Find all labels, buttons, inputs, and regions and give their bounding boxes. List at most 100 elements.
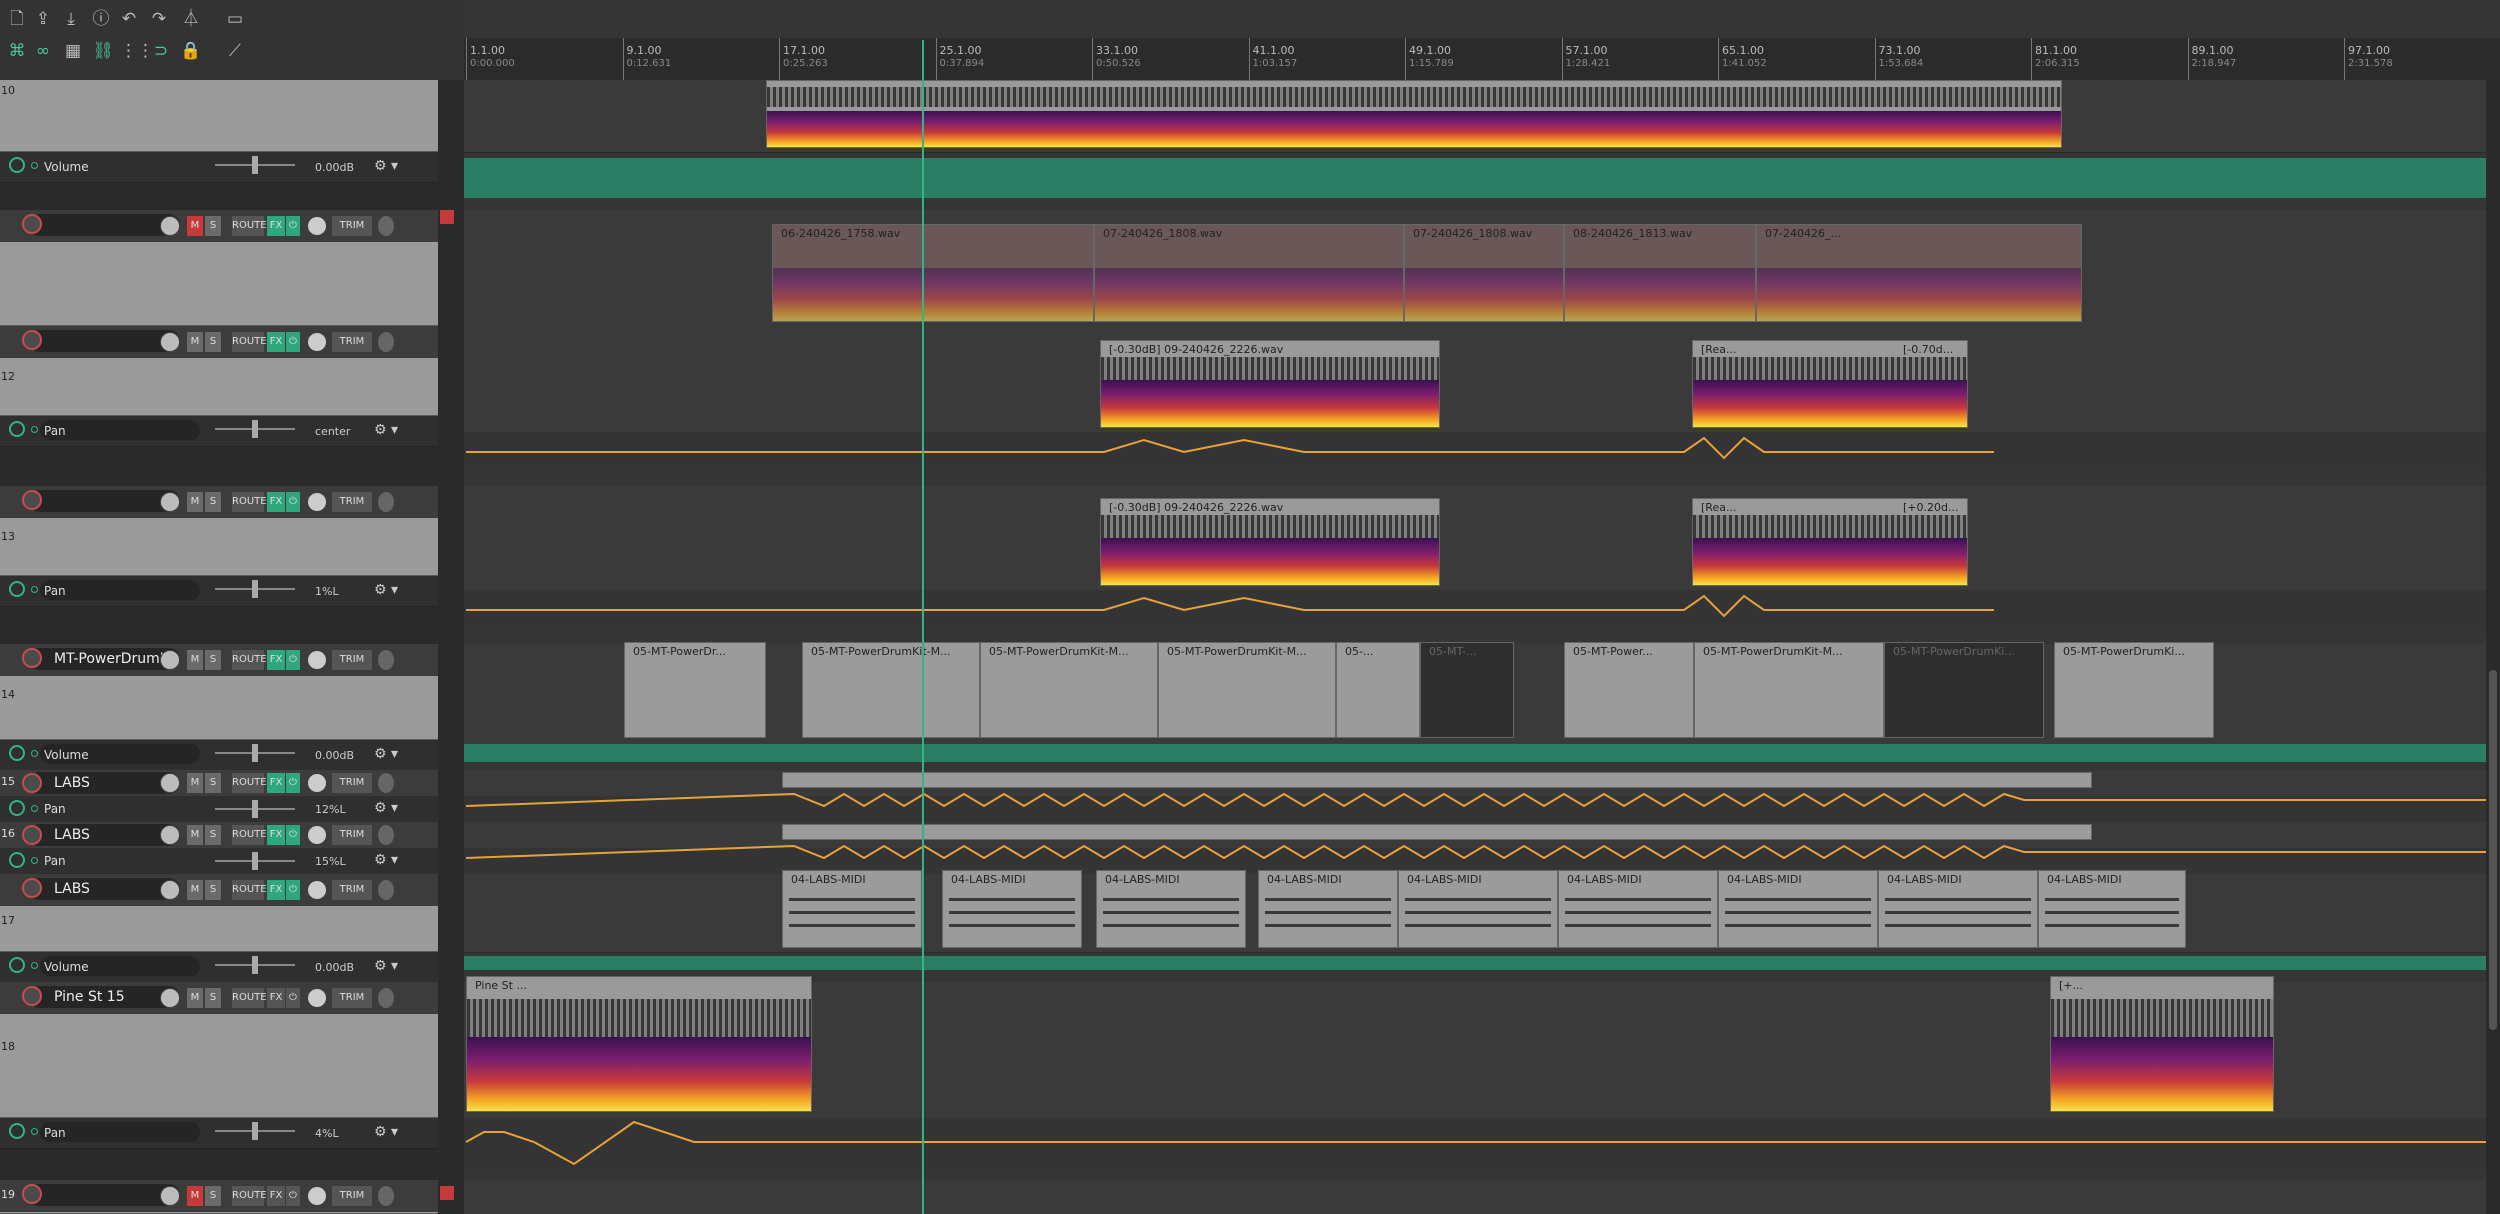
slider-knob[interactable] (252, 420, 258, 438)
solo-button[interactable]: S (205, 650, 221, 670)
fx-bypass-icon[interactable]: ⏻ (286, 1186, 300, 1206)
fx-button[interactable]: FX (267, 650, 285, 670)
scrollbar-thumb[interactable] (2489, 670, 2497, 1030)
route-button[interactable]: ROUTE (232, 1186, 267, 1206)
solo-button[interactable]: S (205, 773, 221, 793)
envelope-toggle-icon[interactable] (9, 157, 25, 173)
io-icon[interactable] (378, 650, 394, 670)
loop-icon[interactable]: ⊃ (148, 40, 174, 62)
metronome-icon[interactable]: ⏃ (178, 8, 204, 30)
pan-knob-icon[interactable] (308, 774, 326, 792)
record-arm-icon[interactable] (22, 986, 42, 1006)
envelope-pan-12[interactable]: Pan center ⚙ ▾ (0, 416, 438, 447)
pan-knob-icon[interactable] (308, 217, 326, 235)
fx-bypass-icon[interactable]: ⏻ (286, 880, 300, 900)
gear-icon[interactable]: ⚙ ▾ (374, 582, 398, 598)
track-14[interactable]: MT-PowerDrumK M S ROUTE FX ⏻ TRIM 14 (0, 644, 438, 740)
track-11[interactable]: M S ROUTE FX ⏻ TRIM 11 (0, 210, 438, 353)
save-project-icon[interactable]: ⤓ (58, 8, 84, 30)
volume-knob-icon[interactable] (160, 880, 180, 900)
mute-button[interactable]: M (187, 492, 203, 512)
io-icon[interactable] (378, 988, 394, 1008)
envelope-toggle-icon[interactable] (9, 800, 25, 816)
gear-icon[interactable]: ⚙ ▾ (374, 1124, 398, 1140)
fx-bypass-icon[interactable]: ⏻ (286, 773, 300, 793)
gear-icon[interactable]: ⚙ ▾ (374, 800, 398, 816)
solo-button[interactable]: S (205, 880, 221, 900)
trim-button[interactable]: TRIM (332, 825, 372, 845)
io-icon[interactable] (378, 825, 394, 845)
envelope-arm-icon[interactable] (31, 586, 38, 593)
track-16[interactable]: 16 LABS M S ROUTE FX ⏻ TRIM (0, 822, 438, 848)
io-icon[interactable] (378, 332, 394, 352)
mute-button[interactable]: M (187, 332, 203, 352)
fx-button[interactable]: FX (267, 1186, 285, 1206)
record-arm-icon[interactable] (22, 1184, 42, 1204)
trim-button[interactable]: TRIM (332, 332, 372, 352)
mute-button[interactable]: M (187, 880, 203, 900)
gear-icon[interactable]: ⚙ ▾ (374, 422, 398, 438)
trim-button[interactable]: TRIM (332, 773, 372, 793)
trim-button[interactable]: TRIM (332, 1186, 372, 1206)
slider-knob[interactable] (252, 156, 258, 174)
track-name-field[interactable]: Pine St 15 (28, 986, 180, 1008)
edit-icon[interactable]: ⟋ (222, 40, 248, 62)
envelope-volume-14[interactable]: Volume 0.00dB ⚙ ▾ (0, 740, 438, 771)
volume-knob-icon[interactable] (160, 216, 180, 236)
envelope-arm-icon[interactable] (31, 962, 38, 969)
route-button[interactable]: ROUTE (232, 880, 267, 900)
volume-knob-icon[interactable] (160, 650, 180, 670)
slider-knob[interactable] (252, 800, 258, 818)
arrange-view[interactable]: 1.1.00 0:00.000 9.1.00 0:12.631 17.1.00 0:25.… (464, 0, 2500, 1214)
envelope-pan-16[interactable]: Pan 15%L ⚙ ▾ (0, 848, 438, 875)
fx-bypass-icon[interactable]: ⏻ (286, 988, 300, 1008)
envelope-toggle-icon[interactable] (9, 852, 25, 868)
track-12[interactable]: M S ROUTE FX ⏻ TRIM 12 (0, 326, 438, 416)
route-button[interactable]: ROUTE (232, 773, 267, 793)
fx-button[interactable]: FX (267, 216, 285, 236)
snap-icon[interactable]: ∞ (30, 40, 56, 62)
route-button[interactable]: ROUTE (232, 825, 267, 845)
envelope-arm-icon[interactable] (31, 1128, 38, 1135)
mute-button[interactable]: M (187, 1186, 203, 1206)
envelope-arm-icon[interactable] (31, 857, 38, 864)
io-icon[interactable] (378, 880, 394, 900)
pan-knob-icon[interactable] (308, 881, 326, 899)
track-name-field[interactable]: MT-PowerDrumK (28, 648, 180, 670)
envelope-pan-18[interactable]: Pan 4%L ⚙ ▾ (0, 1118, 438, 1149)
pan-knob-icon[interactable] (308, 1187, 326, 1205)
volume-knob-icon[interactable] (160, 1186, 180, 1206)
gear-icon[interactable]: ⚙ ▾ (374, 746, 398, 762)
fx-button[interactable]: FX (267, 773, 285, 793)
envelope-toggle-icon[interactable] (9, 421, 25, 437)
solo-button[interactable]: S (205, 332, 221, 352)
envelope-pan-13[interactable]: Pan 1%L ⚙ ▾ (0, 576, 438, 607)
route-button[interactable]: ROUTE (232, 332, 267, 352)
volume-knob-icon[interactable] (160, 825, 180, 845)
track-name-field[interactable] (28, 1184, 180, 1206)
slider-knob[interactable] (252, 744, 258, 762)
trim-button[interactable]: TRIM (332, 492, 372, 512)
mute-button[interactable]: M (187, 650, 203, 670)
solo-button[interactable]: S (205, 825, 221, 845)
record-arm-icon[interactable] (22, 878, 42, 898)
item-grid-icon[interactable]: ⋮⋮ (120, 40, 154, 62)
fx-bypass-icon[interactable]: ⏻ (286, 650, 300, 670)
trim-button[interactable]: TRIM (332, 650, 372, 670)
track-19[interactable]: 19 M S ROUTE FX ⏻ TRIM (0, 1180, 438, 1214)
volume-knob-icon[interactable] (160, 332, 180, 352)
mute-button[interactable]: M (187, 216, 203, 236)
gear-icon[interactable]: ⚙ ▾ (374, 958, 398, 974)
record-arm-icon[interactable] (22, 330, 42, 350)
fx-bypass-icon[interactable]: ⏻ (286, 216, 300, 236)
track-name-field[interactable]: LABS (28, 824, 180, 846)
fx-button[interactable]: FX (267, 492, 285, 512)
trim-button[interactable]: TRIM (332, 216, 372, 236)
envelope-volume-10[interactable]: Volume 0.00dB ⚙ ▾ (0, 152, 438, 183)
play-cursor[interactable] (922, 40, 924, 1214)
track-name-field[interactable] (28, 214, 180, 236)
track-10[interactable]: 10 (0, 80, 438, 152)
solo-button[interactable]: S (205, 216, 221, 236)
pan-knob-icon[interactable] (308, 493, 326, 511)
track-name-field[interactable] (28, 330, 180, 352)
